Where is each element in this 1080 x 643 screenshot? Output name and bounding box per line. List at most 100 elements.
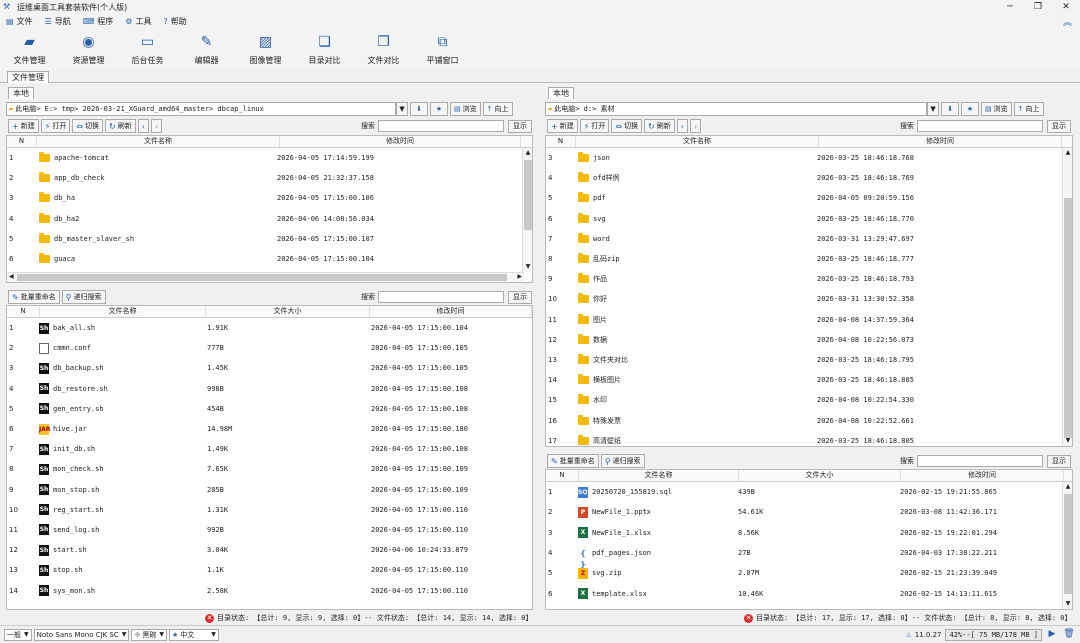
table-row[interactable]: 7 word 2026-03-31 13:29:47.697 xyxy=(546,229,1072,249)
left-open-button[interactable]: ⚡ 打开 xyxy=(40,119,71,133)
table-row[interactable]: 1 SQL 20250720_155819.sql 439B 2026-02-15 19… xyxy=(546,482,1072,502)
left-forward-button[interactable]: › xyxy=(150,119,163,133)
left-browse-button[interactable]: ▤ 浏览 xyxy=(450,102,481,116)
table-row[interactable]: 4 db_ha2 2026-04-06 14:08:56.034 xyxy=(7,209,532,229)
table-row[interactable]: 4 Sh db_restore.sh 998B 2026-04-05 17:15:00.… xyxy=(7,379,532,399)
table-row[interactable]: 15 水印 2026-04-08 10:22:54.330 xyxy=(546,390,1072,410)
menu-file[interactable]: ▤ 文件 xyxy=(6,16,33,27)
table-row[interactable]: 2 P NewFile_1.pptx 54.61K 2026-03-08 11:42:3… xyxy=(546,502,1072,522)
left-path-field[interactable]: ▰ 此电脑> E:> tmp> 2026-03-21_XGuard_amd64_m… xyxy=(6,102,396,116)
table-row[interactable]: 14 横板图片 2026-03-25 18:46:18.805 xyxy=(546,370,1072,390)
maximize-button[interactable]: ❐ xyxy=(1024,2,1052,12)
right-path-field[interactable]: ▰ 此电脑> d:> 素材 xyxy=(545,102,927,116)
left-refresh-button[interactable]: ↻ 刷新 xyxy=(105,119,136,133)
tab-file-manager[interactable]: 文件管理 xyxy=(7,71,49,83)
close-button[interactable]: ✕ xyxy=(1052,2,1080,12)
left-show-button[interactable]: 显示 xyxy=(508,119,532,133)
play-icon[interactable]: ▶ xyxy=(1045,629,1059,641)
col-name[interactable]: 文件名称 xyxy=(579,470,739,481)
right-file-scrollbar[interactable]: ▲ ▼ xyxy=(1062,482,1072,609)
right-show-button[interactable]: 显示 xyxy=(1047,119,1071,133)
left-download-button[interactable]: ⬇ xyxy=(410,102,428,116)
mode-select[interactable]: 一般 ▼ xyxy=(4,628,32,641)
col-name[interactable]: 文件名称 xyxy=(40,306,206,317)
file-manager-button[interactable]: ▰ 文件管理 xyxy=(0,28,59,70)
table-row[interactable]: 17 高清壁纸 2026-03-25 18:46:18.805 xyxy=(546,431,1072,446)
table-row[interactable]: 12 数据 2026-04-08 10:22:56.073 xyxy=(546,330,1072,350)
table-row[interactable]: 9 Sh mon_stop.sh 285B 2026-04-05 17:15:00.10… xyxy=(7,480,532,500)
left-dir-scrollbar[interactable]: ▲ ▼ xyxy=(522,148,532,272)
left-file-show-button[interactable]: 显示 xyxy=(508,290,532,304)
col-mtime[interactable]: 修改时间 xyxy=(901,470,1064,481)
table-row[interactable]: 6 svg 2026-03-25 18:46:18.770 xyxy=(546,209,1072,229)
image-manager-button[interactable]: ▨ 图像管理 xyxy=(236,28,295,70)
collapse-icon[interactable]: ︽ xyxy=(1063,15,1072,28)
left-tab-local[interactable]: 本地 xyxy=(8,87,34,99)
left-batch-rename-button[interactable]: ✎ 批量重命名 xyxy=(8,290,60,304)
left-recursive-search-button[interactable]: ⚲ 递归搜索 xyxy=(61,290,106,304)
table-row[interactable]: 9 作品 2026-03-25 18:46:18.793 xyxy=(546,269,1072,289)
right-recursive-search-button[interactable]: ⚲ 递归搜索 xyxy=(600,454,645,468)
tile-windows-button[interactable]: ⧉ 平铺窗口 xyxy=(413,28,472,70)
right-tab-local[interactable]: 本地 xyxy=(548,87,574,99)
col-n[interactable]: N xyxy=(546,136,576,147)
table-row[interactable]: 11 Sh send_log.sh 992B 2026-04-05 17:15:00.1… xyxy=(7,520,532,540)
right-batch-rename-button[interactable]: ✎ 批量重命名 xyxy=(547,454,599,468)
left-path-dropdown[interactable]: ▼ xyxy=(396,102,408,116)
table-row[interactable]: 5 Zsvg.zip 2.07M 2026-02-15 21:23:39.049 xyxy=(546,563,1072,583)
minimize-button[interactable]: ─ xyxy=(996,2,1024,12)
style-select[interactable]: ✥ 黑碗 ▼ xyxy=(131,628,167,641)
table-row[interactable]: 6 guaca 2026-04-05 17:15:00.104 xyxy=(7,249,532,269)
table-row[interactable]: 10 Sh reg_start.sh 1.31K 2026-04-05 17:15:00… xyxy=(7,500,532,520)
col-n[interactable]: N xyxy=(7,306,40,317)
table-row[interactable]: 13 文件夹对比 2026-03-25 18:46:18.795 xyxy=(546,350,1072,370)
col-n[interactable]: N xyxy=(546,470,579,481)
right-open-button[interactable]: ⚡ 打开 xyxy=(579,119,610,133)
table-row[interactable]: 6 JAR hive.jar 14.98M 2026-04-05 17:15:00.18… xyxy=(7,419,532,439)
table-row[interactable]: 7 Sh init_db.sh 1.49K 2026-04-05 17:15:00.10… xyxy=(7,439,532,459)
right-file-search-input[interactable] xyxy=(917,455,1043,467)
table-row[interactable]: 5 pdf 2026-04-05 09:20:59.156 xyxy=(546,188,1072,208)
table-row[interactable]: 8 Sh mon_check.sh 7.65K 2026-04-05 17:15:00.… xyxy=(7,459,532,479)
left-favorite-button[interactable]: ★ xyxy=(430,102,448,116)
right-refresh-button[interactable]: ↻ 刷新 xyxy=(644,119,675,133)
col-size[interactable]: 文件大小 xyxy=(739,470,901,481)
left-switch-button[interactable]: ⇔ 切换 xyxy=(72,119,104,133)
right-switch-button[interactable]: ⇔ 切换 xyxy=(611,119,643,133)
table-row[interactable]: 14 Sh sys_mon.sh 2.58K 2026-04-05 17:15:00.1… xyxy=(7,580,532,600)
table-row[interactable]: 5 Sh gen_entry.sh 454B 2026-04-05 17:15:00.1… xyxy=(7,399,532,419)
table-row[interactable]: 12 Sh start.sh 3.04K 2026-04-06 10:24:33.879 xyxy=(7,540,532,560)
trash-icon[interactable]: 🗑 xyxy=(1062,629,1076,641)
table-row[interactable]: 1 apache-tomcat 2026-04-05 17:14:59.199 xyxy=(7,148,532,168)
right-up-button[interactable]: ↑ 向上 xyxy=(1013,102,1044,116)
table-row[interactable]: 10 你好 2026-03-31 13:30:52.358 xyxy=(546,289,1072,309)
table-row[interactable]: 16 特殊发票 2026-04-08 10:22:52.661 xyxy=(546,410,1072,430)
left-up-button[interactable]: ↑ 向上 xyxy=(482,102,513,116)
background-tasks-button[interactable]: ▭ 后台任务 xyxy=(118,28,177,70)
right-favorite-button[interactable]: ★ xyxy=(961,102,979,116)
menu-program[interactable]: ⌨ 程序 xyxy=(83,16,114,27)
memory-indicator[interactable]: 42%--[ 75 MB/178 MB ] xyxy=(945,628,1042,641)
right-search-input[interactable] xyxy=(917,120,1043,132)
table-row[interactable]: 3 X NewFile_1.xlsx 8.56K 2026-02-15 19:22:01… xyxy=(546,523,1072,543)
table-row[interactable]: 3 Sh db_backup.sh 1.45K 2026-04-05 17:15:00.… xyxy=(7,358,532,378)
left-search-input[interactable] xyxy=(378,120,504,132)
file-compare-button[interactable]: ❐ 文件对比 xyxy=(354,28,413,70)
table-row[interactable]: 3 json 2026-03-25 18:46:18.768 xyxy=(546,148,1072,168)
col-n[interactable]: N xyxy=(7,136,37,147)
right-dir-scrollbar[interactable]: ▲ ▼ xyxy=(1062,148,1072,446)
font-select[interactable]: Noto Sans Mono CJK SC ▼ xyxy=(33,628,130,641)
table-row[interactable]: 3 db_ha 2026-04-05 17:15:00.106 xyxy=(7,188,532,208)
left-file-search-input[interactable] xyxy=(378,291,504,303)
menu-nav[interactable]: ☰ 导航 xyxy=(45,16,71,27)
table-row[interactable]: 8 乱码zip 2026-03-25 18:46:18.777 xyxy=(546,249,1072,269)
right-file-show-button[interactable]: 显示 xyxy=(1047,454,1071,468)
right-new-button[interactable]: + 新建 xyxy=(547,119,578,133)
right-back-button[interactable]: ‹ xyxy=(676,119,688,133)
col-mtime[interactable]: 修改时间 xyxy=(819,136,1062,147)
editor-button[interactable]: ✎ 编辑器 xyxy=(177,28,236,70)
right-download-button[interactable]: ⬇ xyxy=(941,102,959,116)
left-back-button[interactable]: ‹ xyxy=(137,119,149,133)
table-row[interactable]: 6 Xtemplate.xlsx 10.46K 2026-02-15 14:13:11… xyxy=(546,583,1072,603)
col-mtime[interactable]: 修改时间 xyxy=(280,136,521,147)
